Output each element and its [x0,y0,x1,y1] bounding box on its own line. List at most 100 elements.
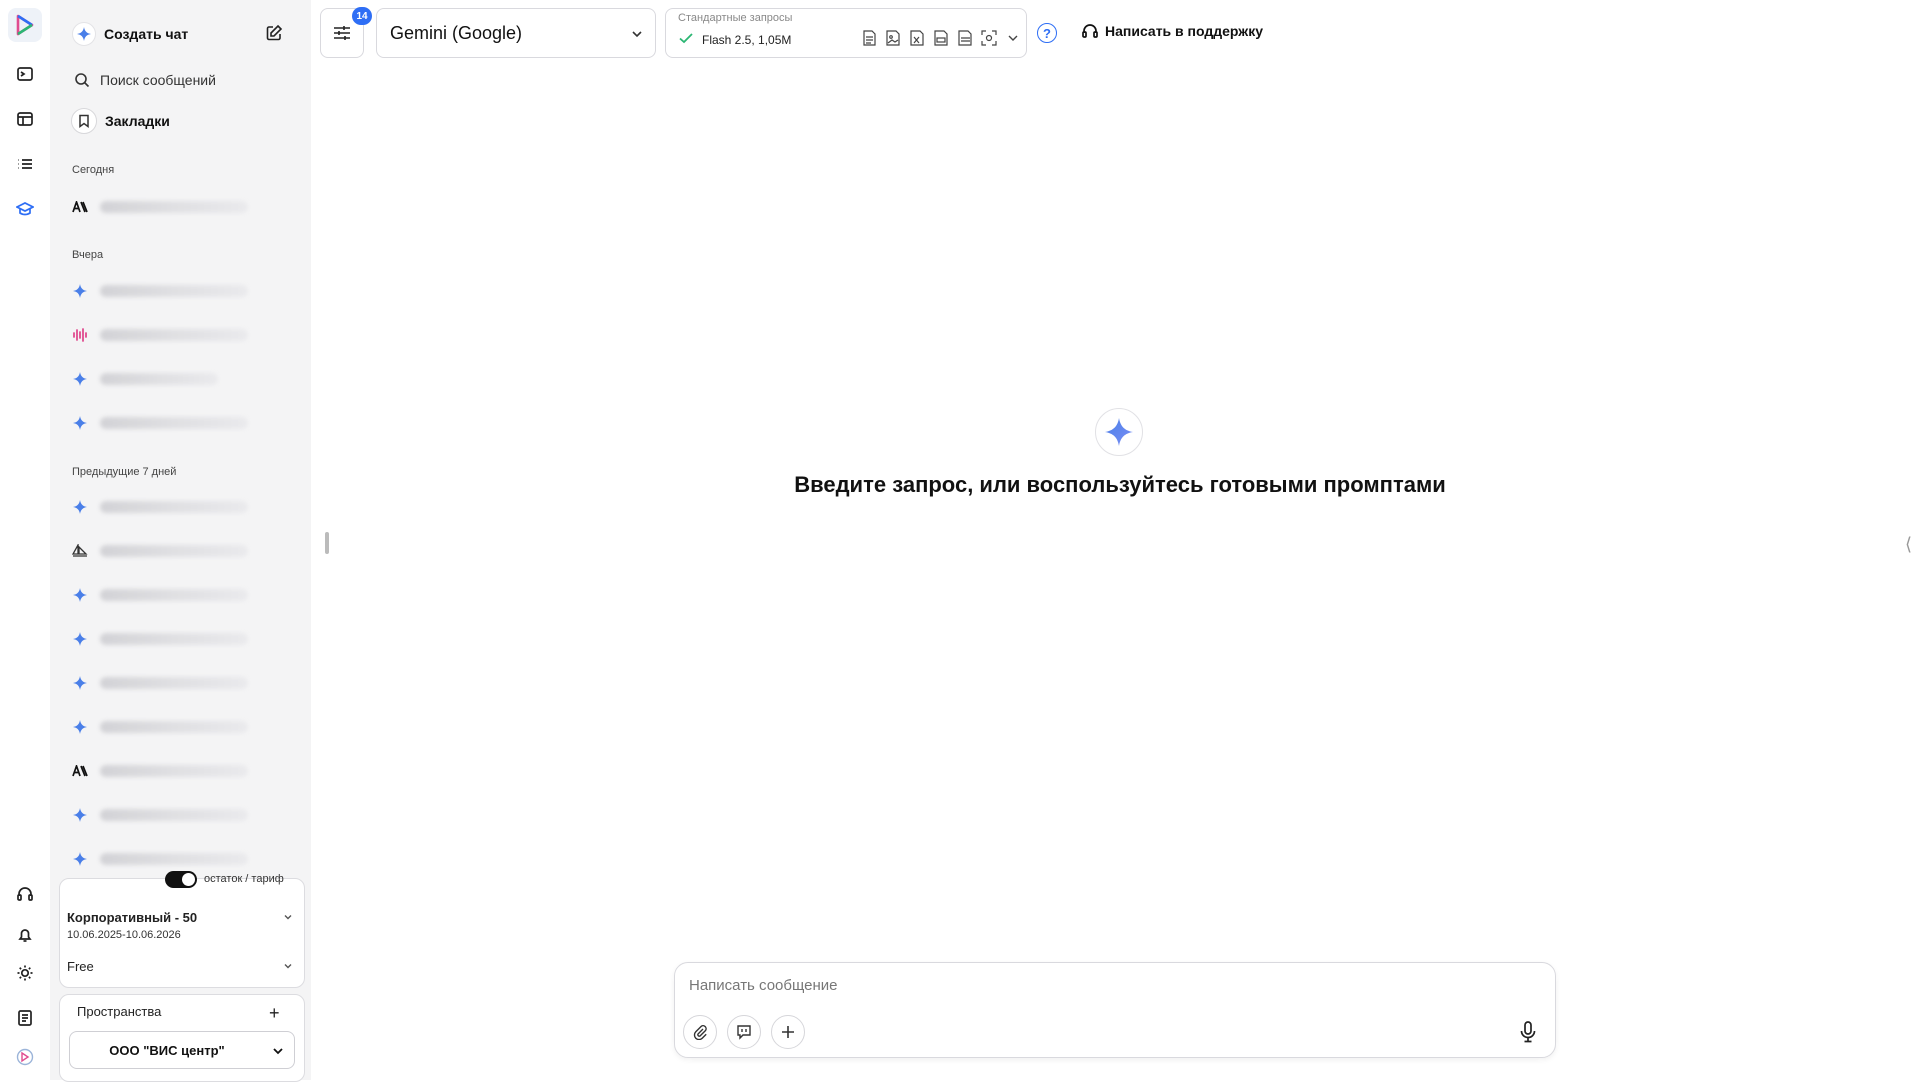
section-previous-7-days: Предыдущие 7 дней [72,466,177,478]
message-input[interactable] [689,977,1489,994]
check-icon [679,33,693,44]
previous-chat-item[interactable] [70,670,285,696]
document-icon[interactable] [11,1004,39,1032]
gemini-star-icon [70,369,90,389]
search-messages[interactable]: Поиск сообщений [74,68,1908,92]
previous-chat-item[interactable] [70,758,285,784]
table-icon[interactable] [11,105,39,133]
previous-chat-item[interactable] [70,846,285,872]
gemini-star-icon [1095,408,1143,456]
model-select-label: Gemini (Google) [390,22,523,43]
model-select[interactable]: Gemini (Google) [376,8,656,58]
chat-title-redacted [100,765,248,777]
chat-title-redacted [100,589,248,601]
chat-title-redacted [100,853,248,865]
sidebar-resize-handle[interactable] [325,532,329,554]
toggle-label: остаток / тариф [204,873,284,885]
message-composer [674,962,1556,1058]
headset-icon[interactable] [11,880,39,908]
chat-title-redacted [100,721,248,733]
gemini-star-icon [70,717,90,737]
requests-selector[interactable]: Стандартные запросы Flash 2.5, 1,05M [665,8,1027,58]
chat-title-redacted [100,285,248,297]
chat-title-redacted [100,545,248,557]
today-chat-item[interactable] [70,194,285,220]
profile-logo-icon[interactable] [11,1043,39,1071]
space-select[interactable]: ООО "ВИС центр" [69,1031,295,1069]
chat-title-redacted [100,373,218,385]
search-label: Поиск сообщений [100,72,216,88]
chat-title-redacted [100,329,248,341]
gemini-star-icon [70,629,90,649]
anthropic-icon [70,197,90,217]
yesterday-chat-item[interactable] [70,366,285,392]
gemini-star-icon [70,585,90,605]
file-excel-icon [908,29,926,47]
yesterday-chat-item[interactable] [70,322,285,348]
plan-chevron-down-icon[interactable] [283,912,293,922]
gemini-star-icon [70,413,90,433]
microphone-icon [1520,1021,1536,1043]
spaces-title: Пространства [77,1004,162,1019]
plan-name: Корпоративный - 50 [67,910,198,925]
app-logo-icon[interactable] [8,8,42,42]
gemini-star-icon [70,673,90,693]
support-link[interactable]: Написать в поддержку [1081,22,1263,40]
requests-label: Стандартные запросы [678,12,793,24]
anthropic-icon [70,761,90,781]
section-yesterday: Вчера [72,249,104,261]
bookmarks-item[interactable]: Закладки [71,108,1908,134]
bookmark-icon [71,108,97,134]
previous-chat-item[interactable] [70,714,285,740]
previous-chat-item[interactable] [70,494,285,520]
plan-dates: 10.06.2025-10.06.2026 [67,929,181,941]
headset-icon [1082,24,1098,38]
new-chat-label: Создать чат [104,26,189,42]
add-button[interactable] [771,1015,805,1049]
file-doc-icon [860,29,878,47]
compose-icon[interactable] [265,24,285,44]
free-chevron-down-icon[interactable] [283,961,293,971]
chat-title-redacted [100,633,248,645]
plus-icon [782,1026,794,1038]
screenshot-icon [980,29,998,47]
gemini-star-icon [70,849,90,869]
balance-tariff-toggle[interactable] [165,871,197,888]
attach-button[interactable] [683,1015,717,1049]
prompts-button[interactable] [727,1015,761,1049]
section-today: Сегодня [72,164,115,176]
sliders-icon [334,26,350,40]
yesterday-chat-item[interactable] [70,278,285,304]
previous-chat-item[interactable] [70,802,285,828]
bell-icon[interactable] [11,921,39,949]
previous-chat-item[interactable] [70,582,285,608]
yesterday-chat-item[interactable] [70,410,285,436]
chat-title-redacted [100,201,248,213]
chat-quote-icon [737,1025,751,1040]
microphone-button[interactable] [1515,1019,1541,1045]
chat-title-redacted [100,501,248,513]
list-icon[interactable] [11,150,39,178]
previous-chat-item[interactable] [70,538,285,564]
space-select-label: ООО "ВИС центр" [109,1042,225,1058]
education-icon[interactable] [11,195,39,223]
empty-state-heading: Введите запрос, или воспользуйтесь готов… [794,472,1446,497]
chevron-down-icon [273,1048,283,1055]
audio-wave-icon [70,325,90,345]
chevron-down-icon [1004,29,1022,47]
file-text-icon [956,29,974,47]
previous-chat-item[interactable] [70,626,285,652]
terminal-icon[interactable] [11,60,39,88]
add-space-plus-icon[interactable]: + [269,1003,280,1024]
requests-value: Flash 2.5, 1,05M [702,33,792,47]
file-pdf-icon [932,29,950,47]
plan-free[interactable]: Free [67,959,94,974]
paperclip-icon [693,1025,707,1040]
help-icon[interactable]: ? [1037,23,1057,43]
gemini-star-icon [70,281,90,301]
right-panel-toggle-icon[interactable]: ⟨ [1905,534,1912,555]
sun-icon[interactable] [11,959,39,987]
support-label: Написать в поддержку [1105,23,1264,39]
gemini-star-icon [70,497,90,517]
settings-count-badge: 14 [352,7,372,25]
